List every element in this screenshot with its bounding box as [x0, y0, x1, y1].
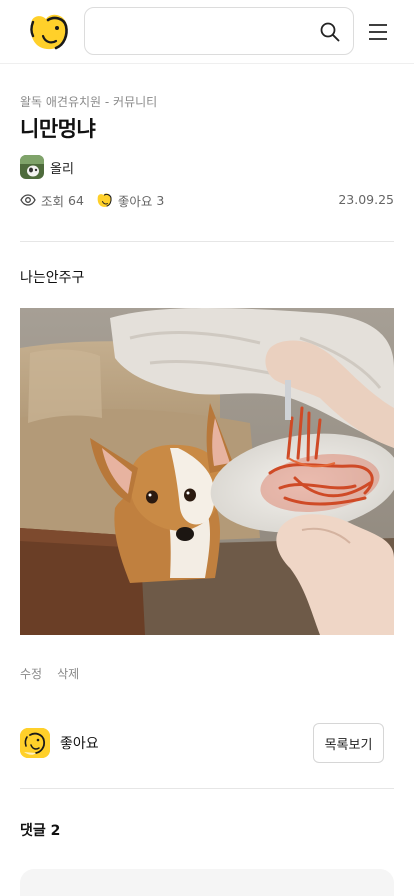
views-label: 조회	[41, 193, 65, 209]
top-header	[0, 0, 414, 64]
post-date: 23.09.25	[338, 192, 394, 207]
post-image[interactable]	[20, 308, 394, 635]
eye-icon	[20, 192, 36, 208]
search-box[interactable]	[84, 7, 354, 55]
like-button-label: 좋아요	[60, 736, 99, 752]
like-dog-icon[interactable]	[20, 728, 50, 758]
author-name[interactable]: 올리	[50, 158, 74, 177]
post-title: 니만멍냐	[20, 117, 96, 141]
hamburger-menu-icon[interactable]	[366, 20, 390, 44]
comments-heading-label: 댓글	[20, 823, 46, 839]
breadcrumb[interactable]: 왈독 애견유치원 - 커뮤니티	[20, 93, 157, 110]
actions-divider	[20, 788, 394, 789]
author-avatar[interactable]	[20, 155, 44, 179]
edit-button[interactable]: 수정	[20, 665, 42, 682]
post-body-text: 나는안주구	[20, 270, 85, 286]
like-dog-icon	[96, 192, 113, 209]
comments-count: 2	[50, 823, 61, 839]
search-input[interactable]	[97, 18, 312, 44]
list-view-button[interactable]: 목록보기	[313, 723, 384, 763]
delete-button[interactable]: 삭제	[57, 665, 79, 682]
likes-label: 좋아요	[117, 193, 153, 209]
like-button[interactable]: 좋아요	[20, 728, 99, 758]
dog-logo-icon[interactable]	[26, 12, 70, 52]
post-meta: 조회 64 좋아요 3	[20, 190, 164, 210]
comment-card	[20, 869, 394, 896]
post-author[interactable]: 올리	[20, 155, 74, 179]
header-divider	[20, 241, 394, 242]
comments-heading: 댓글 2	[20, 820, 60, 840]
search-icon[interactable]	[319, 21, 341, 43]
likes-count: 3	[156, 192, 165, 208]
edit-actions: 수정 삭제	[20, 665, 94, 682]
views-count: 64	[68, 192, 84, 208]
